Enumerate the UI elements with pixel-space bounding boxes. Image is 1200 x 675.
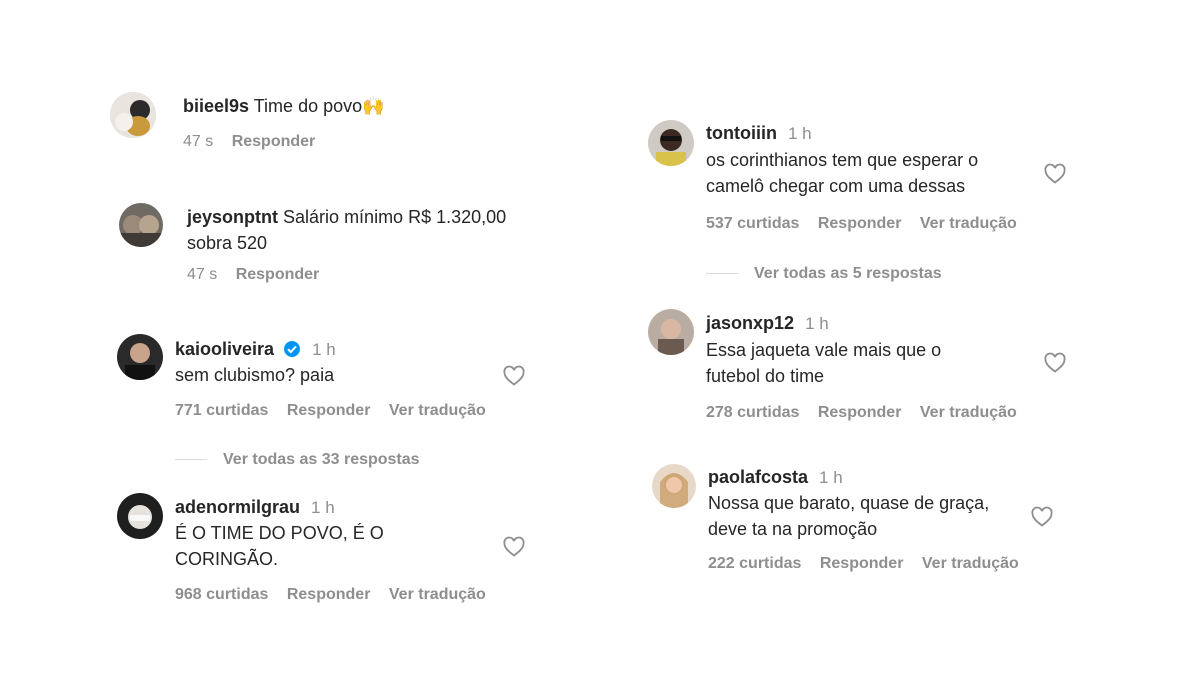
heart-icon[interactable] — [1043, 162, 1067, 186]
comment-text: sem clubismo? paia — [175, 365, 335, 385]
avatar[interactable] — [119, 203, 163, 247]
likes-count[interactable]: 537 curtidas — [706, 215, 799, 232]
reply-button[interactable]: Responder — [818, 404, 902, 421]
avatar[interactable] — [648, 120, 694, 166]
comment-text-line2: camelô chegar com uma dessas — [706, 176, 966, 196]
username[interactable]: paolafcosta — [708, 467, 808, 487]
reply-button[interactable]: Responder — [236, 266, 320, 283]
avatar[interactable] — [648, 309, 694, 355]
username[interactable]: jeysonptnt — [187, 207, 278, 227]
translate-button[interactable]: Ver tradução — [389, 402, 486, 419]
comment-text-line2: futebol do time — [706, 366, 825, 386]
translate-button[interactable]: Ver tradução — [920, 404, 1017, 421]
avatar[interactable] — [110, 92, 156, 138]
verified-badge-icon — [284, 341, 301, 357]
avatar[interactable] — [652, 464, 696, 508]
view-replies-button[interactable]: Ver todas as 33 respostas — [175, 451, 420, 469]
view-replies-label: Ver todas as 33 respostas — [223, 451, 420, 468]
comment-text: Nossa que barato, quase de graça, — [708, 493, 990, 513]
reply-button[interactable]: Responder — [287, 402, 371, 419]
comment-text: Essa jaqueta vale mais que o — [706, 340, 942, 360]
view-replies-button[interactable]: Ver todas as 5 respostas — [706, 265, 942, 283]
comment-age: 47 s — [183, 133, 214, 150]
username[interactable]: jasonxp12 — [706, 313, 794, 333]
likes-count[interactable]: 278 curtidas — [706, 404, 799, 421]
view-replies-label: Ver todas as 5 respostas — [754, 265, 942, 282]
likes-count[interactable]: 968 curtidas — [175, 586, 268, 603]
username[interactable]: tontoiiin — [706, 123, 777, 143]
comment-age: 47 s — [187, 266, 218, 283]
reply-button[interactable]: Responder — [232, 133, 316, 150]
reply-button[interactable]: Responder — [820, 555, 904, 572]
reply-button[interactable]: Responder — [287, 586, 371, 603]
heart-icon[interactable] — [1043, 351, 1067, 375]
translate-button[interactable]: Ver tradução — [389, 586, 486, 603]
comment-text: os corinthianos tem que esperar o — [706, 150, 979, 170]
comment-time: 1 h — [788, 124, 812, 143]
username[interactable]: biieel9s — [183, 96, 249, 116]
comment-time: 1 h — [805, 314, 829, 333]
heart-icon[interactable] — [502, 535, 526, 559]
comment-text: Salário mínimo R$ 1.320,00 — [283, 207, 507, 227]
likes-count[interactable]: 771 curtidas — [175, 402, 268, 419]
replies-divider — [175, 459, 207, 461]
translate-button[interactable]: Ver tradução — [920, 215, 1017, 232]
replies-divider — [706, 273, 738, 275]
comment-time: 1 h — [311, 498, 335, 517]
avatar[interactable] — [117, 493, 163, 539]
comment-text-line2: deve ta na promoção — [708, 519, 878, 539]
translate-button[interactable]: Ver tradução — [922, 555, 1019, 572]
comment-text-line2: CORINGÃO. — [175, 549, 279, 569]
likes-count[interactable]: 222 curtidas — [708, 555, 801, 572]
heart-icon[interactable] — [502, 364, 526, 388]
username[interactable]: adenormilgrau — [175, 497, 300, 517]
reply-button[interactable]: Responder — [818, 215, 902, 232]
heart-icon[interactable] — [1030, 505, 1054, 529]
comment-time: 1 h — [312, 340, 336, 359]
avatar[interactable] — [117, 334, 163, 380]
comment-text-line2: sobra 520 — [187, 233, 268, 253]
comment-text: É O TIME DO POVO, É O — [175, 523, 384, 543]
username[interactable]: kaiooliveira — [175, 339, 274, 359]
comment-time: 1 h — [819, 468, 843, 487]
comment-text: Time do povo🙌 — [253, 96, 385, 116]
